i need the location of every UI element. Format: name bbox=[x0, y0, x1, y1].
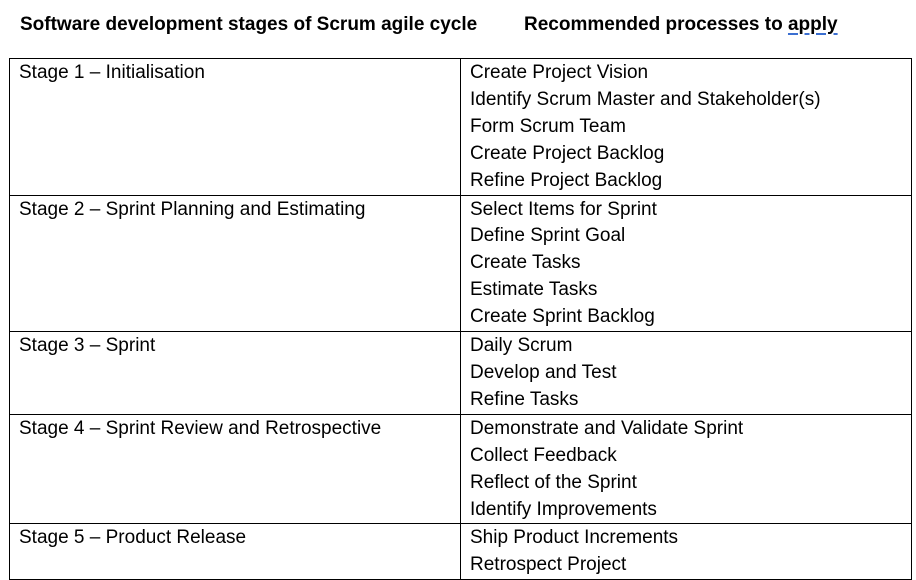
process-item: Estimate Tasks bbox=[470, 279, 598, 301]
process-item: Develop and Test bbox=[470, 361, 617, 383]
stage-cell: Stage 4 – Sprint Review and Retrospectiv… bbox=[9, 413, 461, 525]
process-item: Reflect of the Sprint bbox=[470, 471, 637, 493]
process-item: Create Tasks bbox=[470, 252, 581, 274]
processes-cell: Daily Scrum Develop and Test Refine Task… bbox=[460, 331, 912, 415]
table-row: Stage 2 – Sprint Planning and Estimating… bbox=[9, 194, 912, 333]
processes-column-heading: Recommended processes to apply bbox=[524, 14, 838, 36]
process-item: Identify Improvements bbox=[470, 498, 657, 520]
stage-cell: Stage 1 – Initialisation bbox=[9, 58, 461, 196]
process-item: Create Project Backlog bbox=[470, 142, 665, 164]
process-item: Refine Project Backlog bbox=[470, 169, 663, 191]
stage-label: Stage 4 – Sprint Review and Retrospectiv… bbox=[19, 417, 382, 439]
process-item: Ship Product Increments bbox=[470, 527, 679, 549]
processes-heading-prefix: Recommended processes to bbox=[524, 14, 788, 35]
stage-label: Stage 3 – Sprint bbox=[19, 335, 156, 357]
processes-heading-underlined-word: apply bbox=[787, 14, 838, 35]
process-item: Create Sprint Backlog bbox=[470, 306, 655, 328]
processes-cell: Select Items for Sprint Define Sprint Go… bbox=[460, 194, 912, 333]
stage-label: Stage 2 – Sprint Planning and Estimating bbox=[19, 198, 366, 220]
process-item: Demonstrate and Validate Sprint bbox=[470, 417, 744, 439]
stage-cell: Stage 2 – Sprint Planning and Estimating bbox=[9, 194, 461, 333]
process-item: Create Project Vision bbox=[470, 62, 649, 83]
table-row: Stage 1 – Initialisation Create Project … bbox=[9, 58, 912, 196]
table-row: Stage 5 – Product Release Ship Product I… bbox=[9, 523, 912, 580]
processes-cell: Ship Product Increments Retrospect Proje… bbox=[460, 523, 912, 580]
process-item: Identify Scrum Master and Stakeholder(s) bbox=[470, 88, 821, 110]
stage-cell: Stage 3 – Sprint bbox=[9, 331, 461, 415]
process-item: Collect Feedback bbox=[470, 444, 617, 466]
table-row: Stage 4 – Sprint Review and Retrospectiv… bbox=[9, 413, 912, 525]
stages-table: Stage 1 – Initialisation Create Project … bbox=[9, 58, 912, 580]
process-item: Retrospect Project bbox=[470, 554, 627, 576]
process-item: Select Items for Sprint bbox=[470, 198, 657, 220]
process-item: Form Scrum Team bbox=[470, 115, 626, 137]
processes-cell: Create Project Vision Identify Scrum Mas… bbox=[460, 58, 912, 196]
stage-label: Stage 1 – Initialisation bbox=[19, 62, 205, 83]
stages-column-heading: Software development stages of Scrum agi… bbox=[20, 14, 478, 35]
stage-cell: Stage 5 – Product Release bbox=[9, 523, 461, 580]
processes-cell: Demonstrate and Validate Sprint Collect … bbox=[460, 413, 912, 525]
table-row: Stage 3 – Sprint Daily Scrum Develop and… bbox=[9, 331, 912, 415]
process-item: Refine Tasks bbox=[470, 388, 579, 410]
process-item: Daily Scrum bbox=[470, 335, 573, 357]
stage-label: Stage 5 – Product Release bbox=[19, 527, 247, 549]
process-item: Define Sprint Goal bbox=[470, 225, 626, 247]
